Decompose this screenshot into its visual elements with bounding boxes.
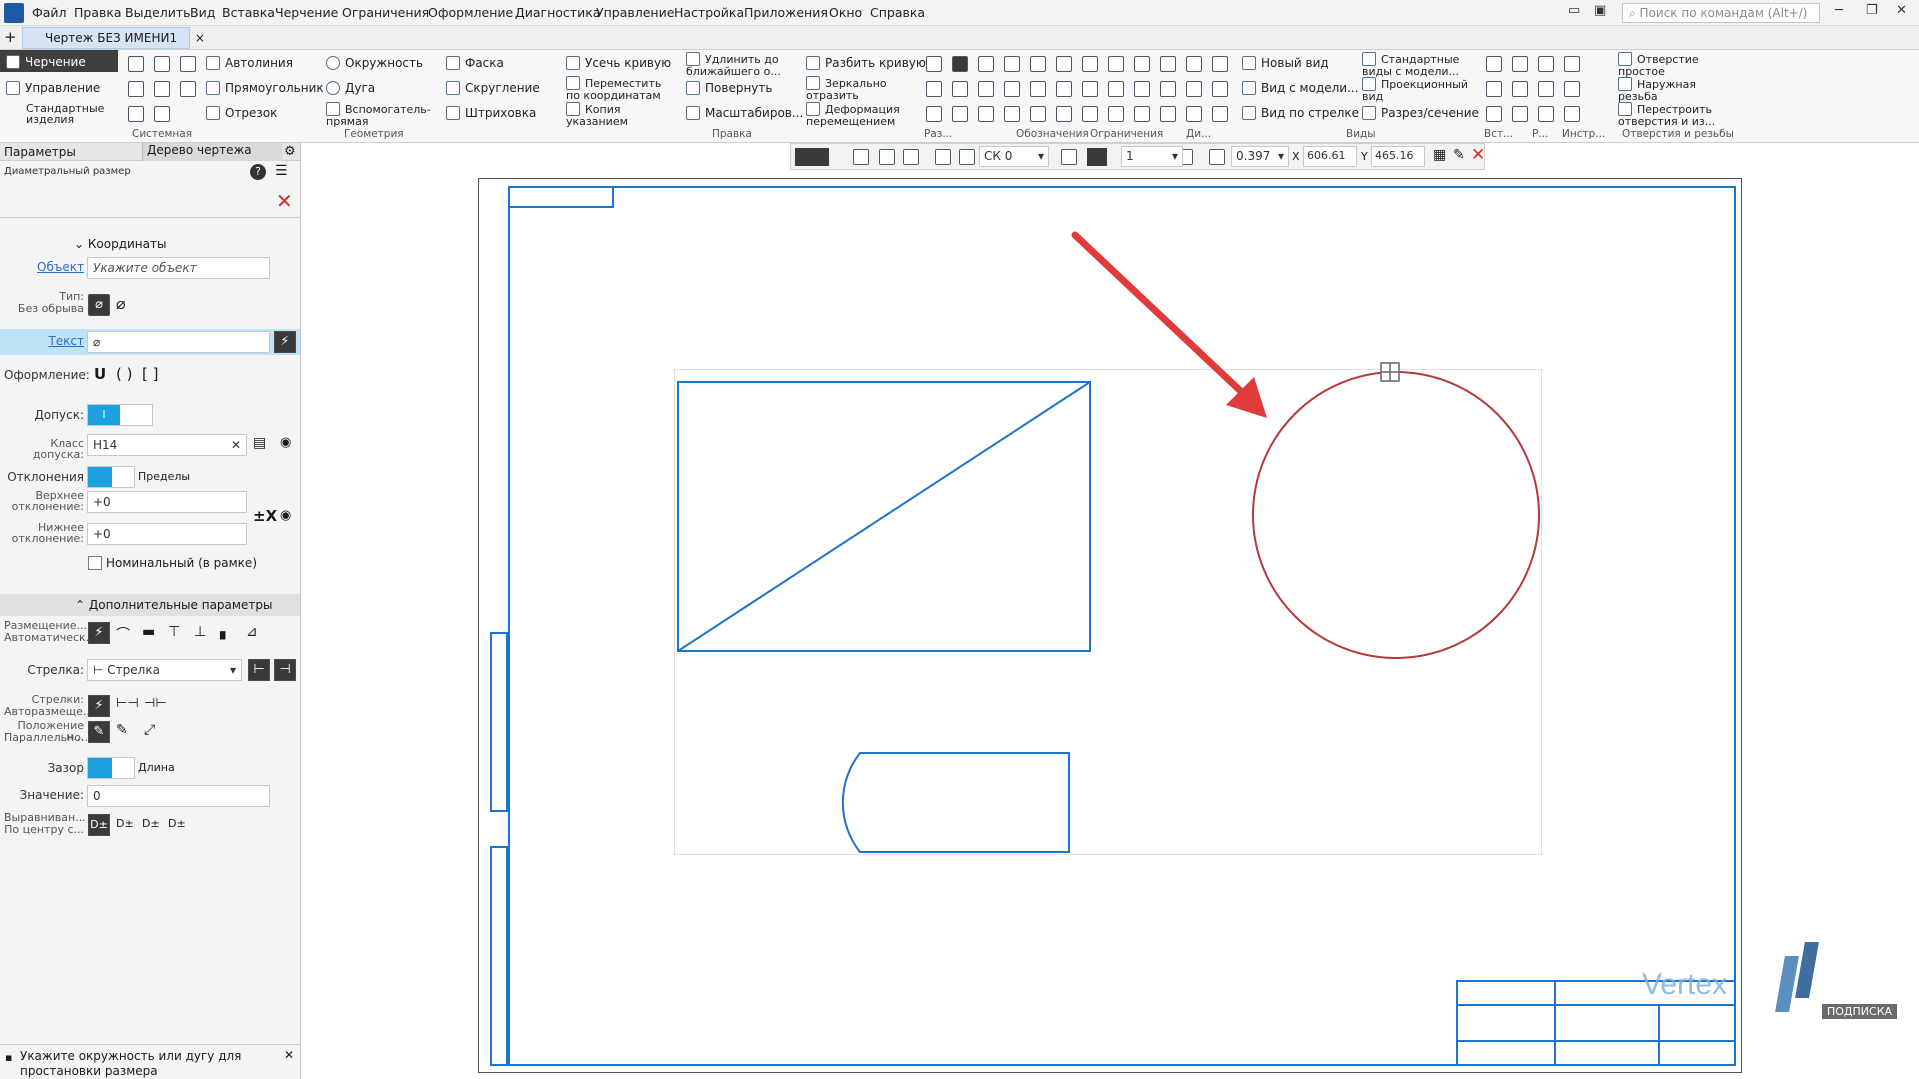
watermark-badge: ПОДПИСКА [1822,1004,1898,1019]
title-block-divider [1554,980,1556,1066]
logo-bar [1795,942,1819,998]
annotation-arrow-shaft [1071,231,1252,402]
rounded-shape[interactable] [841,752,1070,853]
title-block-divider [1456,1040,1736,1042]
drawing-geometry [677,231,1540,853]
watermark-logo-icon [1775,940,1822,1020]
diagonal-segment[interactable] [677,381,1091,652]
title-block-divider [1456,1004,1736,1006]
selected-circle[interactable] [1252,371,1540,659]
title-block-divider [1658,1004,1660,1066]
logo-bar [1775,956,1799,1012]
watermark-brand: Vertex [1642,968,1728,1001]
